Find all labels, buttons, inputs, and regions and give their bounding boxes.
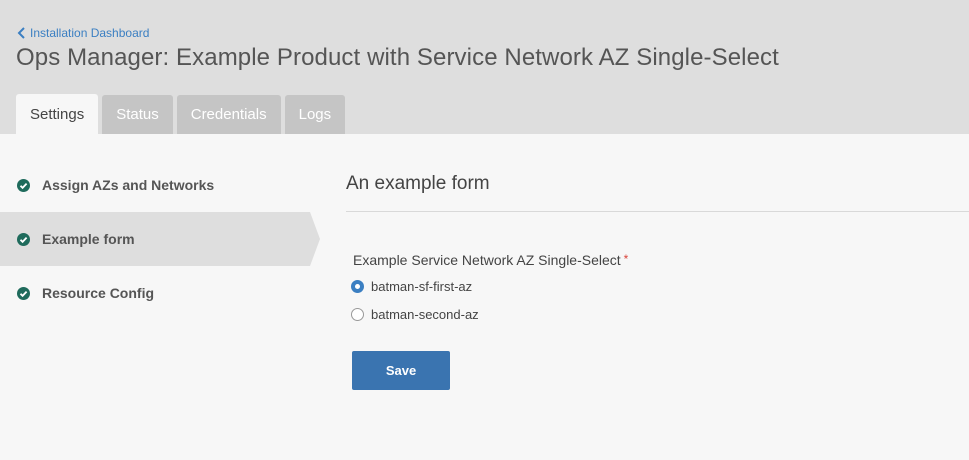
field-label-text: Example Service Network AZ Single-Select [353, 252, 621, 268]
header: Installation Dashboard Ops Manager: Exam… [0, 0, 969, 134]
tab-bar: Settings Status Credentials Logs [16, 94, 349, 134]
tab-settings[interactable]: Settings [16, 94, 99, 134]
sidebar-item-resource-config[interactable]: Resource Config [0, 266, 320, 320]
back-to-dashboard-link[interactable]: Installation Dashboard [17, 26, 149, 40]
radio-option-label: batman-second-az [371, 307, 479, 322]
sidebar-item-label: Assign AZs and Networks [42, 177, 215, 193]
sidebar-item-label: Example form [42, 231, 135, 247]
back-link-label: Installation Dashboard [30, 26, 150, 40]
sidebar-item-example-form[interactable]: Example form [0, 212, 320, 266]
form-title: An example form [346, 158, 969, 212]
sidebar: Assign AZs and Networks Example form Res… [0, 158, 320, 320]
tab-logs[interactable]: Logs [284, 95, 346, 134]
sidebar-item-label: Resource Config [42, 285, 155, 301]
save-button[interactable]: Save [352, 351, 450, 390]
radio-button-selected[interactable] [351, 280, 364, 293]
required-marker: * [623, 252, 629, 266]
tab-status[interactable]: Status [102, 95, 173, 134]
radio-button[interactable] [351, 308, 364, 321]
radio-option-label: batman-sf-first-az [371, 279, 473, 294]
form-panel: An example form Example Service Network … [346, 158, 969, 390]
chevron-left-icon [17, 27, 25, 39]
check-circle-icon [17, 232, 30, 246]
sidebar-item-assign-azs[interactable]: Assign AZs and Networks [0, 158, 320, 212]
radio-option-second-az[interactable]: batman-second-az [351, 307, 479, 322]
page-title: Ops Manager: Example Product with Servic… [16, 44, 779, 71]
field-label: Example Service Network AZ Single-Select… [353, 252, 628, 268]
radio-option-first-az[interactable]: batman-sf-first-az [351, 279, 472, 294]
check-circle-icon [17, 286, 30, 300]
tab-credentials[interactable]: Credentials [176, 95, 281, 134]
check-circle-icon [17, 178, 30, 192]
